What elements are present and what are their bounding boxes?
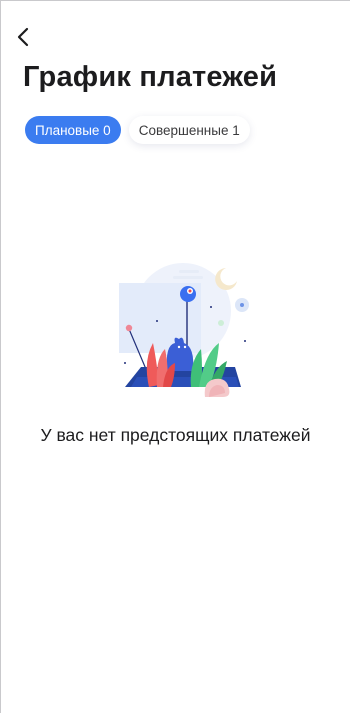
empty-schedule-illustration xyxy=(119,263,249,397)
chevron-left-icon xyxy=(17,27,29,47)
tab-completed[interactable]: Совершенные 1 xyxy=(128,116,250,144)
tab-bar: Плановые 0 Совершенные 1 xyxy=(25,116,250,144)
empty-state-message: У вас нет предстоящих платежей xyxy=(40,425,311,445)
page-title: График платежей xyxy=(23,61,278,93)
payment-schedule-screen: График платежей Плановые 0 Совершенные 1 xyxy=(0,0,350,713)
tab-planned[interactable]: Плановые 0 xyxy=(25,116,121,144)
back-button[interactable] xyxy=(11,25,35,49)
